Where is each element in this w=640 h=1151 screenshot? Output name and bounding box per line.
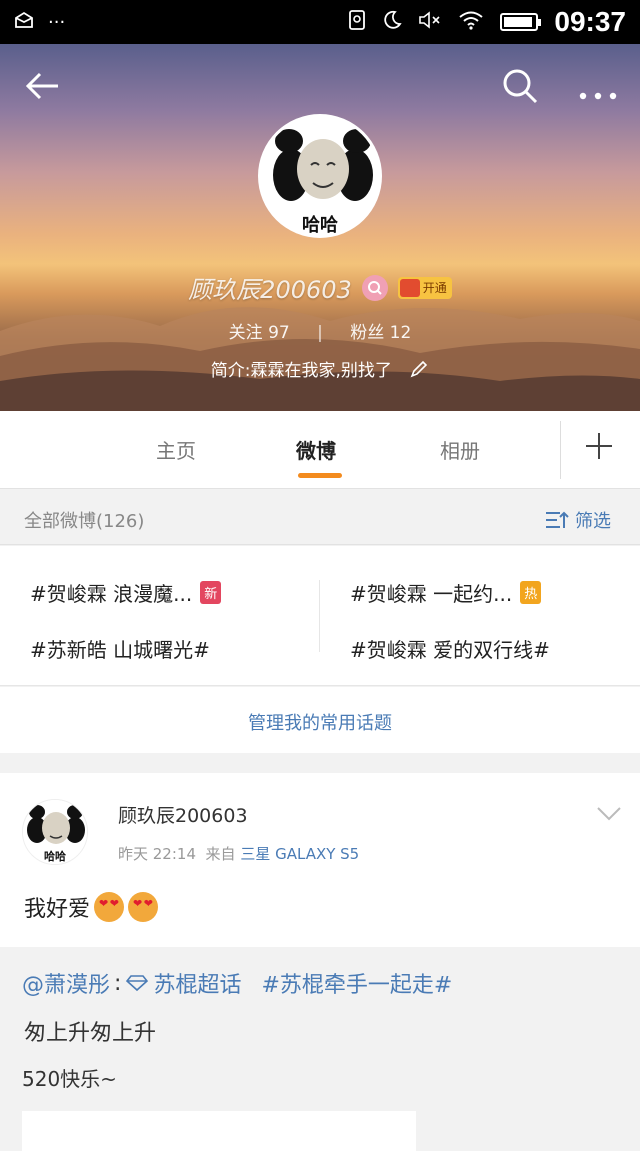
profile-bio[interactable]: 简介:霖霖在我家,别找了 — [0, 356, 640, 381]
filter-bar: 全部微博(126) 筛选 — [0, 490, 640, 545]
status-bar: ··· 09:37 — [0, 0, 640, 44]
avatar-caption: 哈哈 — [302, 215, 338, 236]
clock: 09:37 — [554, 6, 626, 37]
tab-weibo[interactable]: 微博 — [296, 435, 336, 464]
moon-icon — [382, 10, 403, 35]
mute-icon — [418, 10, 442, 35]
search-button[interactable] — [500, 66, 540, 106]
profile-avatar[interactable]: 哈哈 — [258, 114, 382, 238]
topic-item[interactable]: #贺峻霖 爱的双行线# — [350, 634, 550, 663]
topics-divider — [319, 580, 320, 652]
back-button[interactable] — [22, 66, 62, 106]
heart-eyes-emoji-icon — [94, 892, 125, 922]
repost-text-line: 匆上升匆上升 — [24, 1021, 157, 1046]
new-tag: 新 — [200, 581, 222, 604]
repost-mention[interactable]: @萧漠彤 — [22, 967, 110, 999]
hashtag-link[interactable]: #苏棍牵手一起走# — [261, 967, 452, 999]
search-icon — [503, 69, 538, 104]
post-source-prefix: 来自 — [205, 845, 236, 863]
post-author-name[interactable]: 顾玖辰200603 — [118, 801, 248, 828]
location-icon — [348, 9, 366, 36]
filter-icon — [546, 511, 569, 528]
topic-item[interactable]: #贺峻霖 浪漫魔... 新 — [30, 578, 222, 607]
profile-header: 哈哈 顾玖辰200603 开通 关注 97 | 粉丝 12 简介:霖霖在我家,别… — [0, 44, 640, 411]
vip-open-badge[interactable]: 开通 — [397, 276, 452, 299]
vip-search-icon[interactable] — [361, 274, 388, 301]
topics-panel: #贺峻霖 浪漫魔... 新 #贺峻霖 一起约... 热 #苏新皓 山城曙光# #… — [0, 546, 640, 686]
bio-text: 简介:霖霖在我家,别找了 — [210, 361, 392, 381]
followers-stat[interactable]: 粉丝 12 — [350, 323, 411, 343]
diamond-icon — [126, 975, 149, 992]
battery-icon — [500, 13, 542, 31]
filter-label: 筛选 — [575, 511, 611, 532]
post-time: 昨天 22:14 — [118, 845, 196, 863]
hot-tag: 热 — [520, 581, 542, 604]
following-count: 97 — [268, 323, 290, 343]
vip-open-label: 开通 — [422, 281, 447, 295]
heart-eyes-emoji-icon — [128, 892, 159, 922]
topic-item[interactable]: #苏新皓 山城曙光# — [30, 634, 210, 663]
crown-icon — [399, 278, 420, 297]
active-tab-indicator — [298, 473, 342, 478]
repost-header: @萧漠彤 : 苏棍超话 #苏棍牵手一起走# — [22, 967, 452, 999]
repost-text-line: 520快乐~ — [22, 1067, 117, 1091]
weibo-count-label: 全部微博(126) — [24, 511, 145, 532]
repost-colon: : — [114, 970, 122, 996]
topic-text: #贺峻霖 一起约... — [350, 582, 513, 606]
topic-text: #贺峻霖 浪漫魔... — [30, 582, 193, 606]
tab-album[interactable]: 相册 — [440, 435, 480, 464]
post-author-avatar[interactable]: 哈哈 — [22, 799, 88, 865]
more-options-button[interactable] — [578, 74, 618, 109]
tab-divider — [560, 421, 561, 479]
manage-topics-link[interactable]: 管理我的常用话题 — [0, 687, 640, 753]
following-label: 关注 — [228, 323, 263, 343]
topic-text: #苏新皓 山城曙光# — [30, 638, 210, 662]
username: 顾玖辰200603 — [188, 276, 352, 304]
followers-count: 12 — [389, 323, 412, 343]
super-topic-link[interactable]: 苏棍超话 — [153, 967, 241, 999]
repost-image[interactable] — [22, 1111, 416, 1151]
add-tab-button[interactable] — [584, 425, 614, 471]
back-arrow-icon — [25, 72, 58, 100]
following-stat[interactable]: 关注 97 — [229, 323, 290, 343]
edit-pencil-icon[interactable] — [409, 359, 429, 379]
chevron-down-icon[interactable] — [596, 805, 622, 823]
more-dots-icon — [579, 92, 617, 100]
more-notifications-icon: ··· — [48, 11, 66, 33]
profile-stats: 关注 97 | 粉丝 12 — [0, 318, 640, 343]
post-meta: 昨天 22:14 来自 三星 GALAXY S5 — [118, 843, 359, 864]
post-source[interactable]: 三星 GALAXY S5 — [240, 845, 359, 863]
avatar-caption: 哈哈 — [44, 850, 66, 863]
wifi-icon — [458, 10, 484, 35]
notification-box-icon — [14, 10, 34, 35]
tab-home[interactable]: 主页 — [156, 435, 196, 464]
username-row: 顾玖辰200603 开通 — [0, 270, 640, 305]
repost-block[interactable]: @萧漠彤 : 苏棍超话 #苏棍牵手一起走# 匆上升匆上升 520快乐~ — [0, 947, 640, 1151]
post-text: 我好爱 — [24, 891, 159, 923]
stats-separator: | — [317, 323, 323, 343]
plus-icon — [586, 433, 612, 459]
followers-label: 粉丝 — [350, 323, 385, 343]
post-text-body: 我好爱 — [24, 897, 91, 922]
topic-item[interactable]: #贺峻霖 一起约... 热 — [350, 578, 542, 607]
filter-button[interactable]: 筛选 — [545, 507, 611, 533]
profile-tabs: 主页 微博 相册 — [0, 411, 640, 489]
topic-text: #贺峻霖 爱的双行线# — [350, 638, 550, 662]
